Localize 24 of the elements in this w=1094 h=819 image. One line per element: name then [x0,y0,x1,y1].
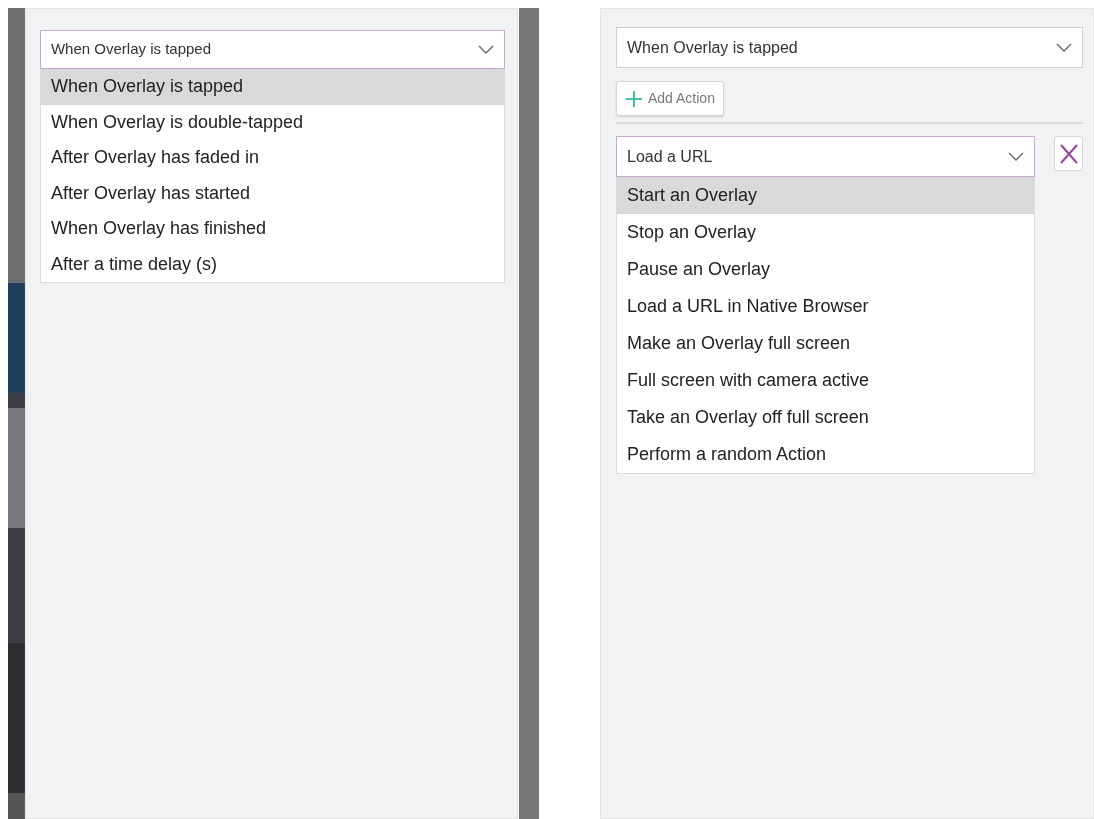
dropdown-option[interactable]: Stop an Overlay [617,214,1035,251]
close-icon [1058,142,1079,165]
dropdown-select[interactable]: Load a URL [616,136,1036,177]
dropdown-option[interactable]: After Overlay has faded in [40,140,505,176]
chevron-down-icon [1056,42,1072,53]
dropdown-option[interactable]: Make an Overlay full screen [617,325,1035,362]
dropdown-option[interactable]: Load a URL in Native Browser [617,288,1035,325]
dropdown-option[interactable]: Start an Overlay [617,177,1035,214]
dropdown-option[interactable]: When Overlay is double-tapped [40,104,505,140]
dropdown-option[interactable]: Take an Overlay off full screen [617,399,1035,436]
dropdown-select[interactable]: When Overlay is tapped [616,27,1083,68]
dropdown-select[interactable]: When Overlay is tapped [39,30,506,69]
add-action-button[interactable]: Add Action [616,81,724,116]
chevron-down-icon [1008,151,1025,162]
dropdown-option[interactable]: Full screen with camera active [617,362,1035,399]
dropdown-option[interactable]: When Overlay is tapped [40,69,505,105]
remove-button[interactable] [1054,136,1083,171]
dropdown-option[interactable]: After Overlay has started [40,175,505,211]
dropdown-option[interactable]: When Overlay has finished [40,211,505,247]
dropdown-option[interactable]: Perform a random Action [617,436,1035,473]
dropdown-option[interactable]: Pause an Overlay [617,251,1035,288]
plus-icon [625,89,643,108]
chevron-down-icon [478,44,495,55]
dropdown-option[interactable]: After a time delay (s) [40,246,505,282]
